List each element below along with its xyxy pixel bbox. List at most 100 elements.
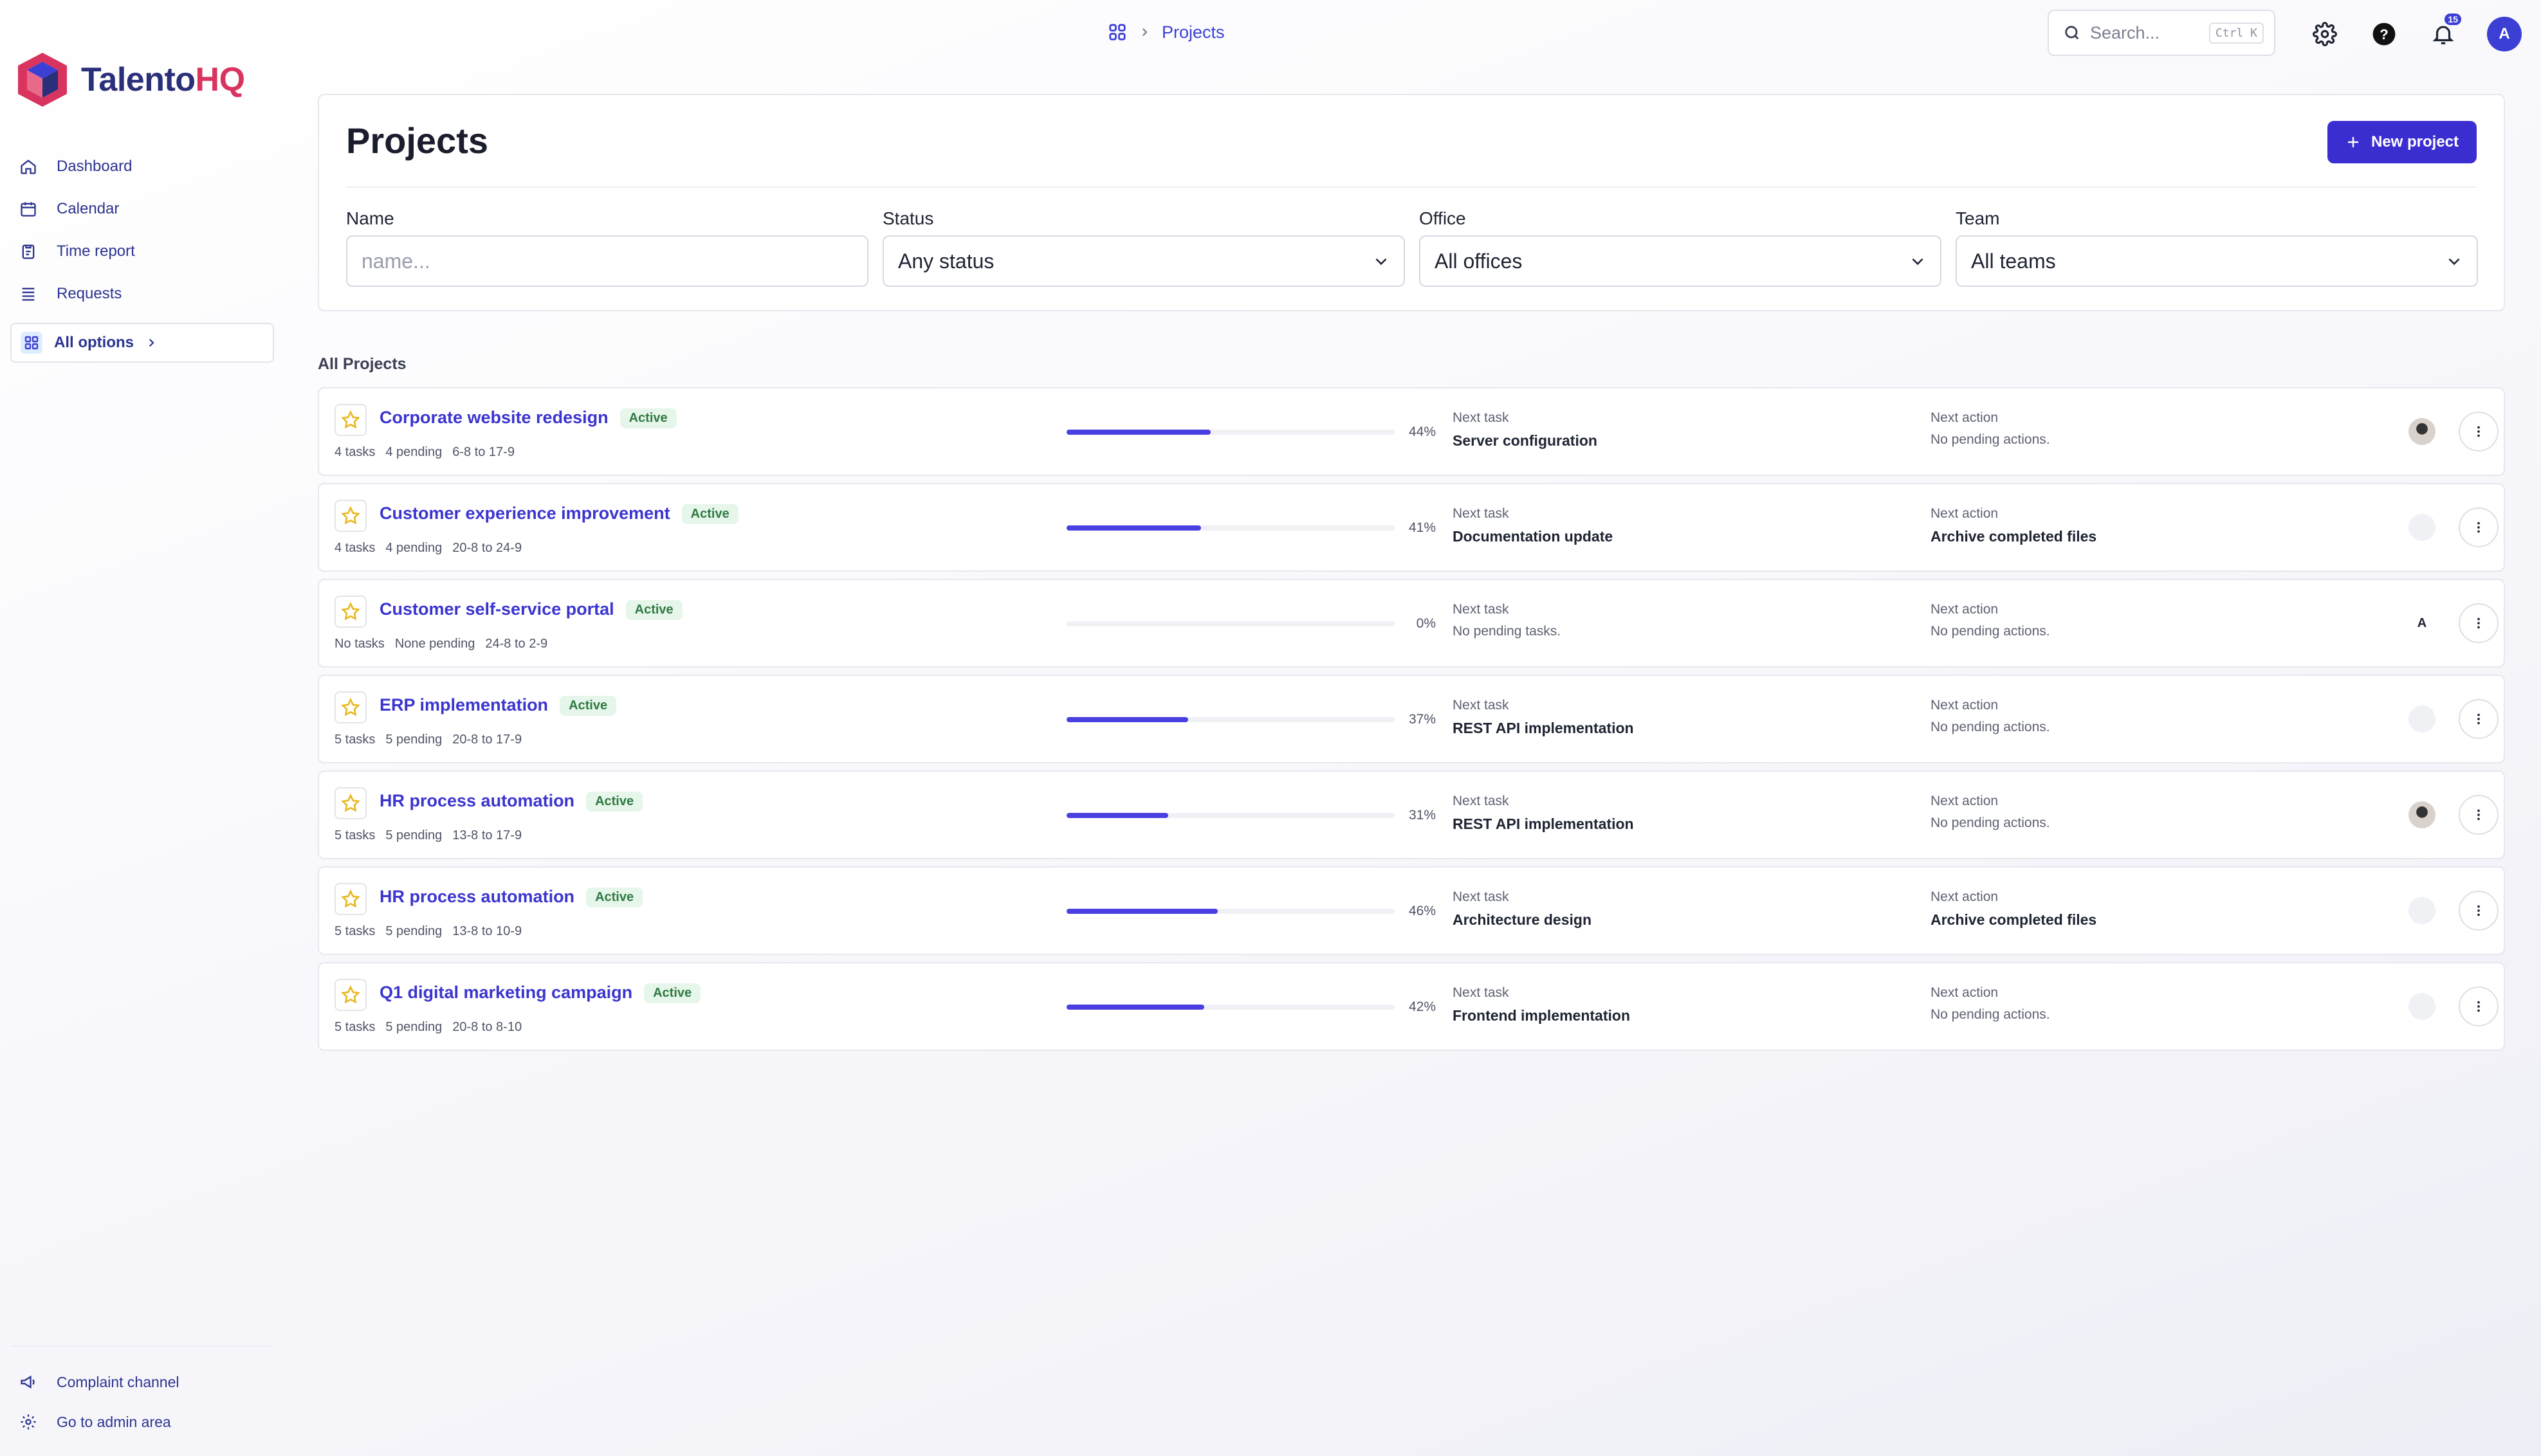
project-row[interactable]: Customer self-service portal Active No ta…	[318, 579, 2505, 668]
next-action-value: No pending actions.	[1931, 815, 2050, 830]
date-range: 13-8 to 10-9	[452, 924, 522, 938]
progress-fill	[1067, 430, 1211, 435]
date-range: 24-8 to 2-9	[485, 637, 548, 651]
more-options-button[interactable]	[2459, 891, 2499, 931]
favorite-button[interactable]	[335, 787, 367, 819]
next-task-label: Next task	[1453, 794, 1509, 808]
progress-bar	[1067, 1005, 1395, 1010]
project-row[interactable]: HR process automation Active 5 tasks 5 pe…	[318, 866, 2505, 955]
more-vertical-icon	[2477, 426, 2480, 437]
project-meta: 5 tasks 5 pending 13-8 to 17-9	[335, 828, 522, 843]
favorite-button[interactable]	[335, 691, 367, 723]
more-options-button[interactable]	[2459, 507, 2499, 547]
star-icon	[341, 601, 360, 621]
more-options-button[interactable]	[2459, 795, 2499, 835]
next-action: Next action No pending actions.	[1931, 602, 2050, 639]
name-input[interactable]: name...	[346, 235, 868, 287]
project-name-link[interactable]: Corporate website redesign Active	[380, 408, 677, 429]
filters: Name name... Status Any status Office Al…	[346, 208, 2478, 287]
progress-fill	[1067, 813, 1169, 818]
project-name-link[interactable]: HR process automation Active	[380, 887, 643, 908]
project-row[interactable]: ERP implementation Active 5 tasks 5 pendi…	[318, 675, 2505, 763]
avatar	[2408, 801, 2436, 828]
office-select[interactable]: All offices	[1419, 235, 1941, 287]
project-name-link[interactable]: ERP implementation Active	[380, 695, 617, 716]
all-options-button[interactable]: All options	[10, 323, 274, 363]
project-name-link[interactable]: Customer self-service portal Active	[380, 599, 683, 621]
avatar	[2408, 514, 2436, 541]
more-options-button[interactable]	[2459, 987, 2499, 1026]
sidebar-item-label: Dashboard	[57, 158, 133, 175]
breadcrumb-current[interactable]: Projects	[1162, 23, 1225, 42]
bell-icon	[2432, 26, 2454, 44]
progress-percent: 44%	[1408, 424, 1436, 439]
project-name: Customer experience improvement	[380, 504, 670, 523]
filter-name: Name name...	[346, 208, 868, 287]
sidebar-item-admin-area[interactable]: Go to admin area	[19, 1402, 179, 1442]
logo[interactable]: TalentoHQ	[15, 50, 245, 109]
team-select[interactable]: All teams	[1956, 235, 2478, 287]
avatar: A	[2408, 610, 2436, 637]
project-name: Customer self-service portal	[380, 599, 614, 619]
status-select-value: Any status	[898, 249, 995, 273]
new-project-button[interactable]: New project	[2327, 121, 2477, 163]
next-action: Next action No pending actions.	[1931, 410, 2050, 448]
sidebar-item-time-report[interactable]: Time report	[19, 230, 135, 273]
progress-fill	[1067, 525, 1202, 531]
favorite-button[interactable]	[335, 404, 367, 436]
project-row[interactable]: Corporate website redesign Active 4 tasks…	[318, 387, 2505, 476]
project-name-link[interactable]: Q1 digital marketing campaign Active	[380, 983, 701, 1004]
progress-bar	[1067, 430, 1395, 435]
sidebar-item-complaint-channel[interactable]: Complaint channel	[19, 1362, 179, 1402]
sidebar-item-calendar[interactable]: Calendar	[19, 188, 135, 230]
project-row[interactable]: HR process automation Active 5 tasks 5 pe…	[318, 770, 2505, 859]
project-row[interactable]: Q1 digital marketing campaign Active 5 ta…	[318, 962, 2505, 1051]
next-action-value: No pending actions.	[1931, 720, 2050, 734]
search-input[interactable]: Search... Ctrl K	[2048, 10, 2275, 56]
star-icon	[341, 985, 360, 1004]
status-badge: Active	[644, 983, 701, 1004]
status-select[interactable]: Any status	[883, 235, 1405, 287]
favorite-button[interactable]	[335, 979, 367, 1011]
more-options-button[interactable]	[2459, 699, 2499, 739]
page-title: Projects	[346, 120, 488, 161]
pending-count: 5 pending	[385, 1020, 443, 1034]
chevron-down-icon	[2448, 258, 2460, 266]
next-action-value: Archive completed files	[1931, 528, 2097, 545]
project-name-link[interactable]: HR process automation Active	[380, 791, 643, 812]
favorite-button[interactable]	[335, 500, 367, 532]
status-badge: Active	[560, 696, 617, 716]
chevron-right-icon	[1142, 28, 1148, 37]
grid-icon[interactable]	[1108, 23, 1127, 42]
next-task-label: Next task	[1453, 410, 1509, 425]
next-task-value: Server configuration	[1453, 432, 1597, 449]
date-range: 20-8 to 17-9	[452, 733, 522, 747]
next-task: Next task REST API implementation	[1453, 698, 1634, 737]
settings-button[interactable]	[2309, 19, 2340, 50]
svg-text:?: ?	[2380, 26, 2389, 42]
notifications-button[interactable]: 15	[2428, 14, 2461, 50]
favorite-button[interactable]	[335, 596, 367, 628]
user-avatar[interactable]: A	[2487, 17, 2522, 51]
sidebar-item-requests[interactable]: Requests	[19, 273, 135, 315]
more-options-button[interactable]	[2459, 412, 2499, 451]
project-name-link[interactable]: Customer experience improvement Active	[380, 504, 738, 525]
avatar	[2408, 897, 2436, 924]
avatar	[2408, 993, 2436, 1020]
favorite-button[interactable]	[335, 883, 367, 915]
date-range: 13-8 to 17-9	[452, 828, 522, 842]
sidebar-item-dashboard[interactable]: Dashboard	[19, 145, 135, 188]
star-icon	[341, 889, 360, 908]
project-row[interactable]: Customer experience improvement Active 4 …	[318, 483, 2505, 572]
filter-office: Office All offices	[1419, 208, 1941, 287]
help-button[interactable]: ?	[2369, 19, 2399, 50]
next-task-label: Next task	[1453, 889, 1509, 904]
next-task-value: Frontend implementation	[1453, 1007, 1630, 1024]
progress-percent: 0%	[1416, 616, 1436, 631]
filter-status: Status Any status	[883, 208, 1405, 287]
next-task-label: Next task	[1453, 985, 1509, 1000]
next-action-value: No pending actions.	[1931, 1007, 2050, 1022]
next-task: Next task Frontend implementation	[1453, 985, 1630, 1024]
more-options-button[interactable]	[2459, 603, 2499, 643]
pending-count: 5 pending	[385, 733, 443, 747]
